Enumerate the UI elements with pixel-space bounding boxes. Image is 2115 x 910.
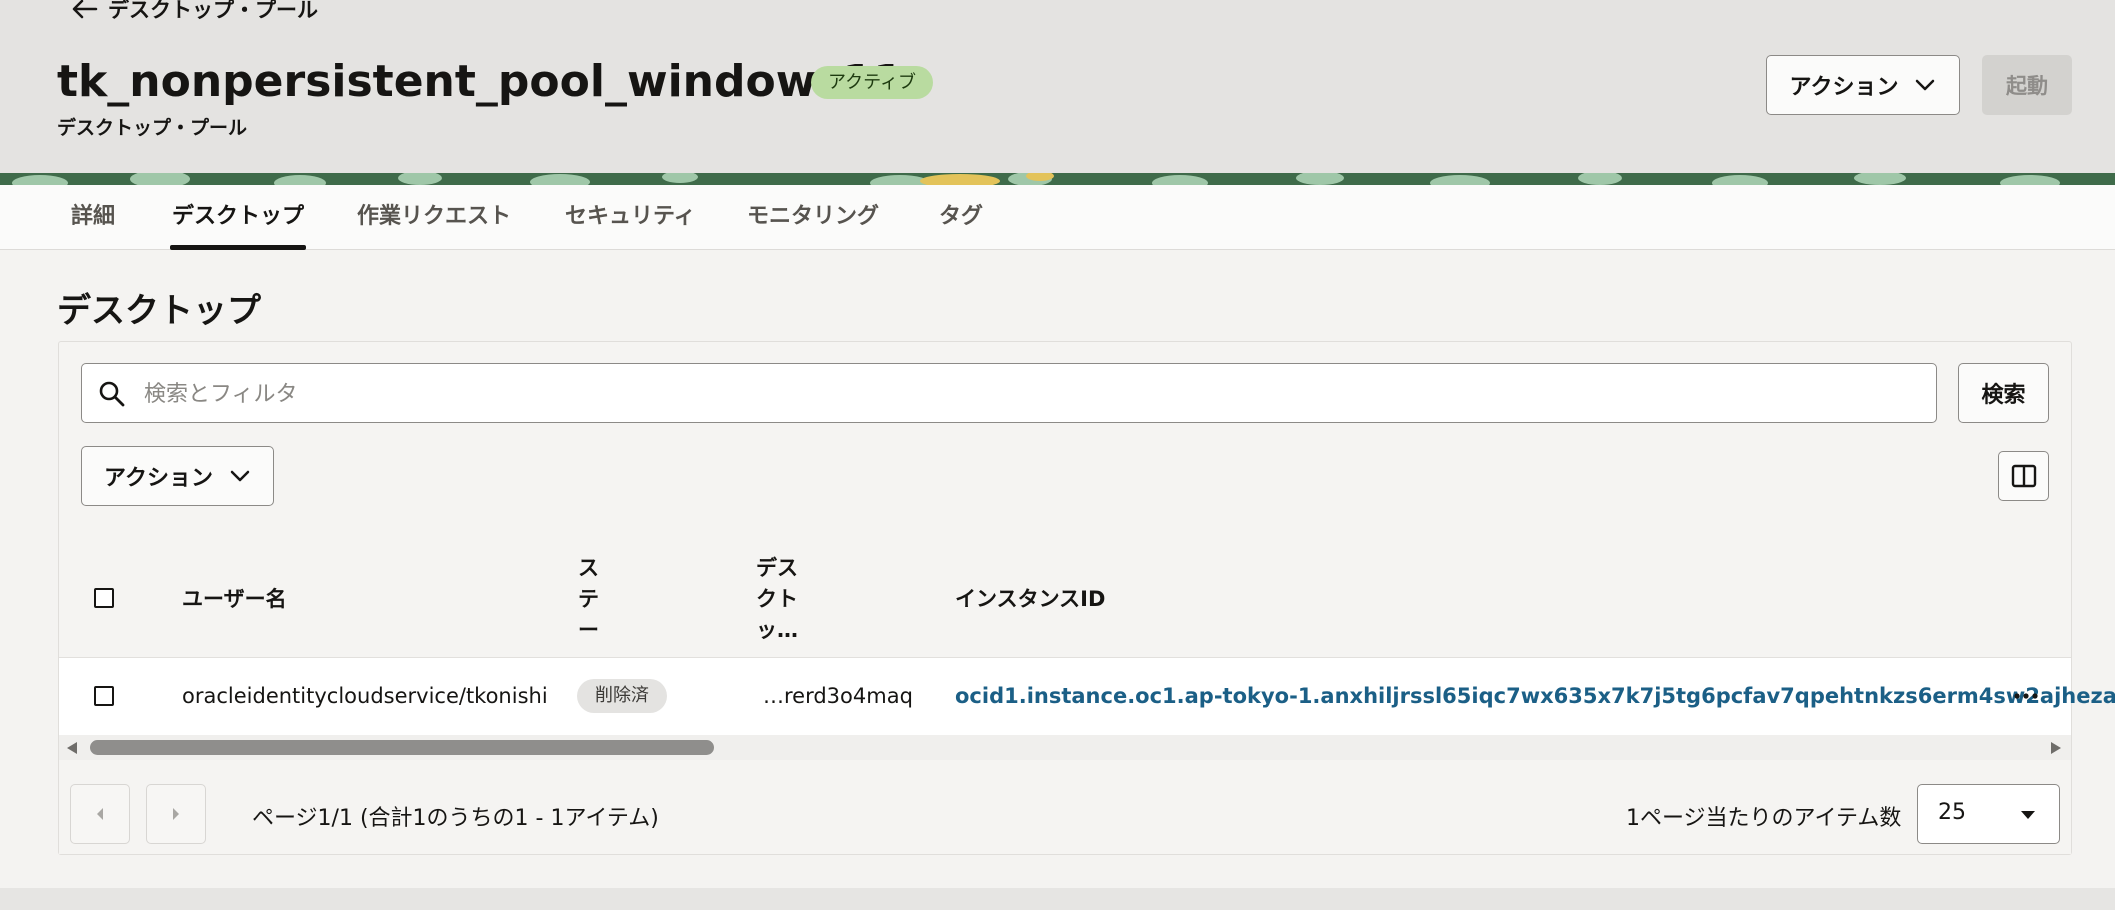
next-page-button[interactable] [146,784,206,844]
table-actions-label: アクション [104,466,213,491]
actions-menu-button[interactable]: アクション [1766,55,1960,115]
scroll-right-icon[interactable] [2050,741,2062,755]
actions-menu-label: アクション [1789,75,1899,100]
search-field[interactable] [81,363,1937,423]
column-settings-button[interactable] [1998,451,2049,501]
table-row: oracleidentitycloudservice/tkonishi 削除済 … [59,657,2115,736]
page-title: tk_nonpersistent_pool_windows11 [57,56,904,107]
back-arrow-icon [72,0,98,19]
row-instance-id-link[interactable]: ocid1.instance.oc1.ap-tokyo-1.anxhiljrss… [955,658,2115,735]
previous-page-button[interactable] [70,784,130,844]
items-per-page-label: 1ページ当たりのアイテム数 [1626,806,1902,831]
pagination-summary: ページ1/1 (合計1のうちの1 - 1アイテム) [252,806,659,831]
decorative-banner [0,173,2115,185]
column-header-state-line: ー [578,618,599,642]
column-header-username[interactable]: ユーザー名 [182,584,287,615]
tab-tags[interactable]: タグ [939,185,983,249]
chevron-down-icon [230,470,250,482]
tab-bar: 詳細 デスクトップ 作業リクエスト セキュリティ モニタリング タグ [0,185,2115,250]
tab-security[interactable]: セキュリティ [565,185,696,249]
column-header-desktop-line: ッ… [756,618,798,642]
column-header-instance-id[interactable]: インスタンスID [955,584,1105,615]
page-subtitle: デスクトップ・プール [57,117,248,139]
section-title: デスクトップ [57,291,261,331]
row-checkbox[interactable] [94,686,114,706]
column-header-desktop[interactable]: デス クト ッ… [756,553,798,646]
items-per-page-select[interactable]: 25 [1917,784,2060,844]
status-badge: アクティブ [811,66,934,99]
back-link[interactable]: デスクトップ・プール [70,0,318,24]
row-desktop-id: …rerd3o4maq [763,684,913,708]
back-link-label: デスクトップ・プール [108,0,318,22]
column-header-desktop-line: デス [756,556,798,580]
tab-desktops[interactable]: デスクトップ [169,185,307,250]
row-state-badge: 削除済 [577,679,667,713]
tab-work-requests[interactable]: 作業リクエスト [357,185,511,249]
caret-left-icon [97,808,103,820]
columns-icon [2011,464,2036,488]
more-actions-icon[interactable] [2011,684,2041,708]
caret-down-icon [2021,811,2035,819]
search-input[interactable] [142,374,1906,414]
chevron-down-icon [1916,79,1935,91]
page-header: デスクトップ・プール tk_nonpersistent_pool_windows… [0,0,2115,173]
scrollbar-thumb[interactable] [90,740,714,755]
column-header-state[interactable]: ス テ ー [578,553,599,646]
launch-button[interactable]: 起動 [1982,55,2072,115]
column-header-state-line: ス [578,556,599,580]
search-icon [99,381,125,407]
select-all-checkbox[interactable] [94,588,114,608]
column-header-desktop-line: クト [756,587,798,611]
page-footer-strip [0,888,2115,910]
items-per-page-value: 25 [1938,800,1966,825]
tab-details[interactable]: 詳細 [71,185,115,249]
tab-monitoring[interactable]: モニタリング [747,185,879,249]
scroll-left-icon[interactable] [66,741,78,755]
row-username: oracleidentitycloudservice/tkonishi [182,684,548,708]
search-button[interactable]: 検索 [1958,363,2049,423]
caret-right-icon [173,808,179,820]
table-actions-button[interactable]: アクション [81,446,274,506]
column-header-state-line: テ [578,587,599,611]
